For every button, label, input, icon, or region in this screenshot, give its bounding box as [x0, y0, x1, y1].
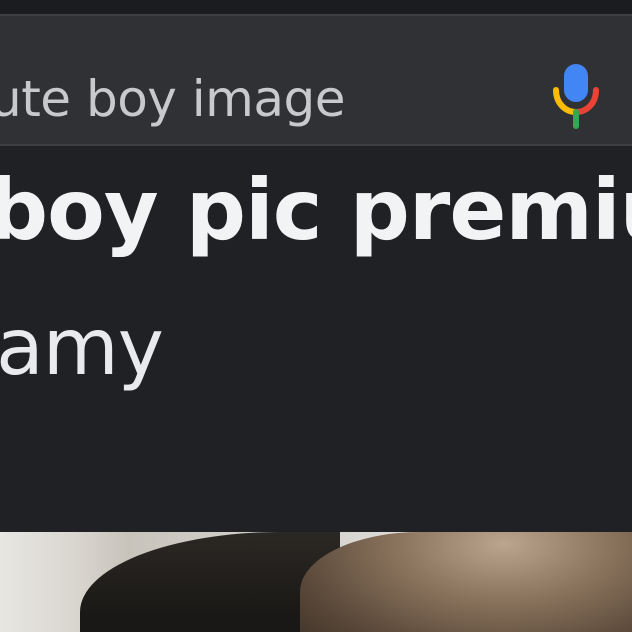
voice-search-button[interactable]	[550, 60, 602, 130]
search-results-screen: ute boy image boy pic premium amy	[0, 0, 632, 632]
result-source: amy	[0, 303, 164, 393]
result-thumbnail-image[interactable]	[0, 532, 632, 632]
top-edge	[0, 0, 632, 14]
search-query-text[interactable]: ute boy image	[0, 70, 346, 128]
microphone-icon	[553, 64, 599, 129]
thumbnail-hair-region	[300, 532, 632, 632]
result-title[interactable]: boy pic premium	[0, 160, 632, 260]
search-bar[interactable]: ute boy image	[0, 14, 632, 146]
